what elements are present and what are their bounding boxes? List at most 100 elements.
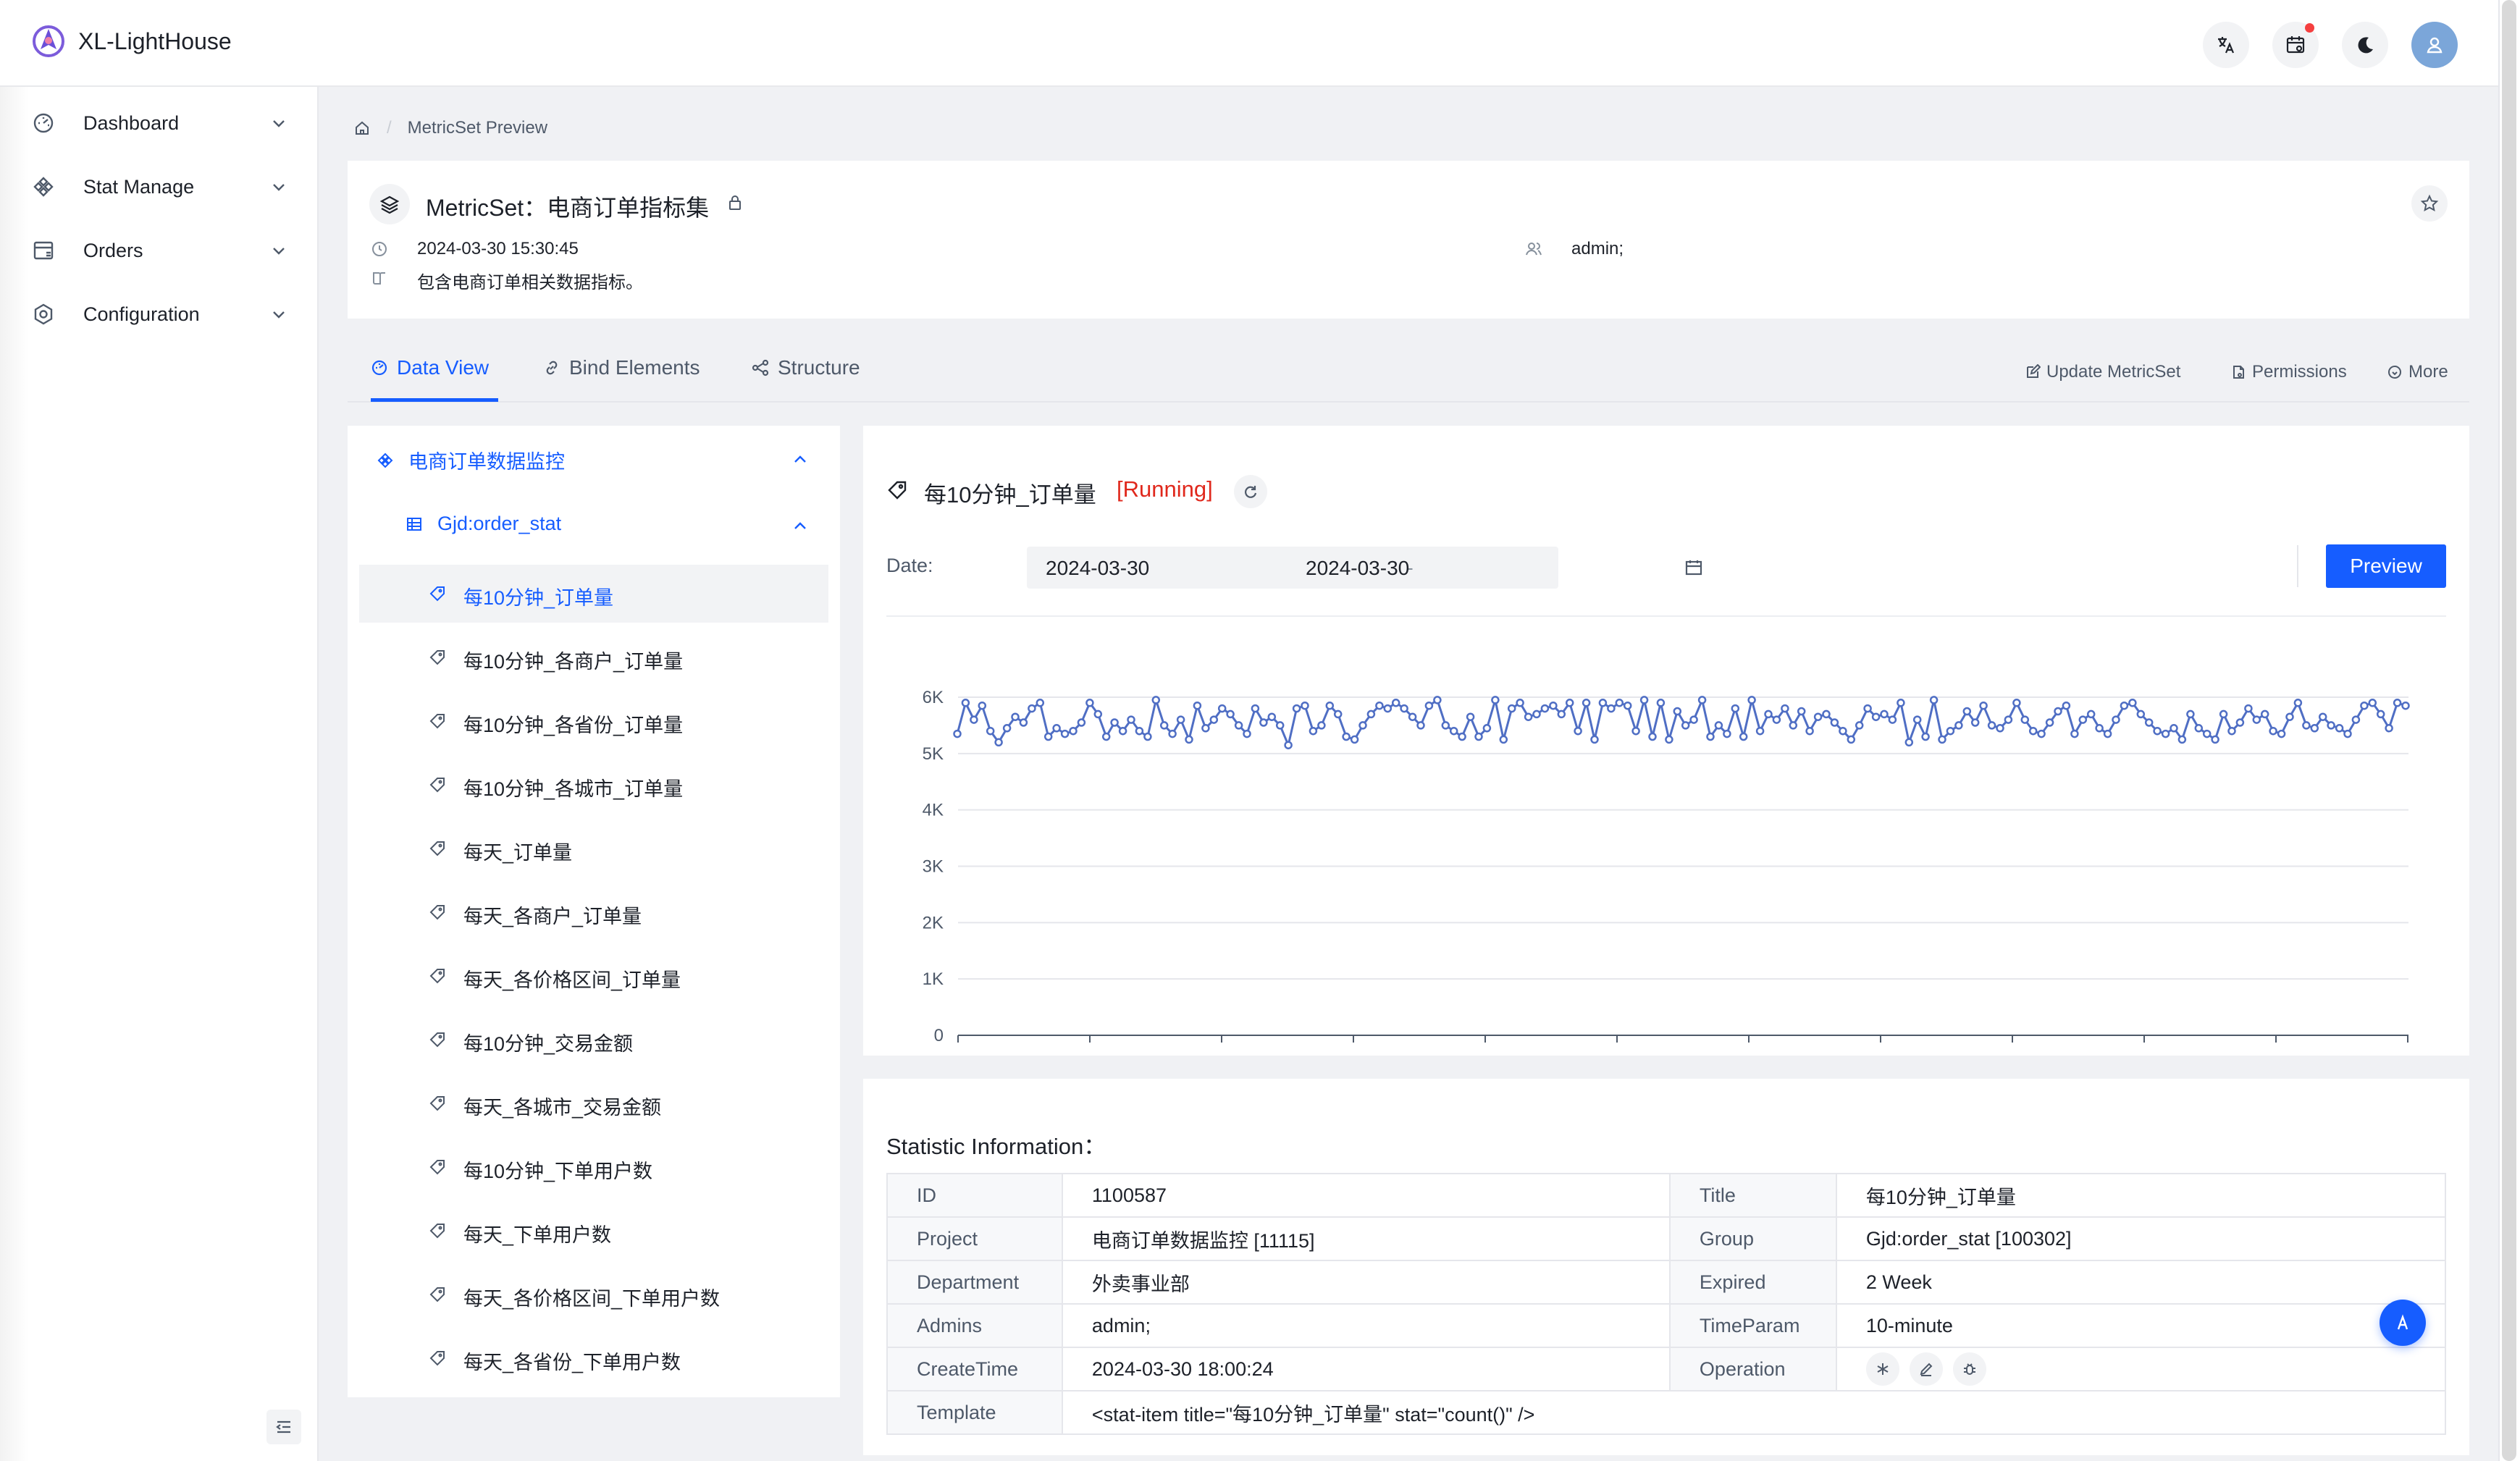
permissions-button[interactable]: Permissions [2230,362,2347,382]
data-point [2128,699,2137,707]
data-point [1069,726,1078,736]
data-point [1549,701,1558,710]
stat-title: 每10分钟_订单量 [924,482,1096,508]
menu-fold-icon [276,1420,290,1433]
tree-leaf-item[interactable]: 每10分钟_下单用户数 [359,1138,828,1196]
data-point [1912,715,1922,724]
debug-button[interactable] [1952,1352,1986,1386]
data-point [1482,724,1492,733]
user-avatar-button[interactable] [2411,22,2458,68]
star-icon [2420,194,2439,212]
data-point [1325,701,1335,710]
data-point [1275,721,1285,730]
assistant-button[interactable] [2380,1300,2426,1346]
stat-key: Project [886,1216,1063,1261]
collapse-sidebar-button[interactable] [266,1410,301,1444]
limit-button[interactable] [1865,1352,1899,1386]
data-point [1681,721,1690,730]
data-point [1847,735,1856,744]
breadcrumb-separator: / [387,118,392,138]
data-point [1168,729,1177,738]
metricset-owner: admin; [1571,239,1624,258]
tree-leaf-item[interactable]: 每天_各商户_订单量 [359,883,828,941]
translate-icon [2218,37,2235,54]
data-point [2095,724,2104,733]
data-point [1789,721,1798,730]
stat-key: Admins [886,1303,1063,1348]
date-range-picker[interactable]: 2024-03-30 - 2024-03-30 [1027,547,1702,589]
layers-icon [379,195,400,214]
theme-toggle-button[interactable] [2342,22,2388,68]
data-point [1474,732,1483,741]
calendar-icon [1685,560,1702,576]
tree-leaf-item[interactable]: 每天_订单量 [359,820,828,877]
date-end[interactable]: 2024-03-30 [1306,557,1409,580]
tab-bind-elements[interactable]: Bind Elements [543,356,700,379]
tree-leaf-item[interactable]: 每天_各价格区间_订单量 [359,947,828,1005]
data-point [970,715,978,724]
notification-button[interactable] [2272,22,2319,68]
data-point [1052,724,1061,733]
data-point [1781,704,1789,713]
operation-cell [1835,1347,2447,1391]
data-point [1101,732,1111,741]
date-start[interactable]: 2024-03-30 [1046,557,1149,580]
home-icon[interactable] [353,119,371,137]
data-point [1970,718,1980,727]
tab-data-view[interactable]: Data View [371,356,489,379]
tree-leaf-item[interactable]: 每10分钟_交易金额 [359,1011,828,1069]
tree-leaf-item[interactable]: 每10分钟_各省份_订单量 [359,692,828,750]
more-button[interactable]: More [2387,362,2448,382]
brand[interactable]: XL-LightHouse [30,23,232,59]
data-point [1060,729,1070,738]
tag-icon [429,650,445,665]
update-metricset-button[interactable]: Update MetricSet [2025,362,2180,382]
tree-project-node[interactable]: 电商订单数据监控 [377,446,565,474]
dashboard-icon [33,113,54,133]
tree-leaf-item[interactable]: 每天_各省份_下单用户数 [359,1329,828,1387]
data-point [1143,732,1152,741]
favorite-button[interactable] [2411,185,2448,222]
logo-icon [33,25,64,57]
preview-button[interactable]: Preview [2326,544,2446,588]
sidebar-item-stat-manage[interactable]: Stat Manage [0,158,319,216]
data-point [2401,701,2410,710]
tree-leaf-item[interactable]: 每天_各价格区间_下单用户数 [359,1266,828,1323]
tree-leaf-item[interactable]: 每10分钟_订单量 [359,565,828,623]
sidebar-item-orders[interactable]: Orders [0,222,319,279]
tree-leaf-item[interactable]: 每10分钟_各商户_订单量 [359,628,828,686]
data-point [2161,729,2170,738]
sidebar-item-dashboard[interactable]: Dashboard [0,94,319,152]
edit-icon [2027,364,2041,378]
tree-leaf-item[interactable]: 每10分钟_各城市_订单量 [359,756,828,814]
scrollbar-thumb[interactable] [2502,0,2516,1461]
tree-group-node[interactable]: Gjd:order_stat [406,513,561,535]
data-point [1201,724,1210,733]
data-point [1888,715,1897,724]
data-point [1226,710,1235,719]
tab-structure[interactable]: Structure [752,356,860,379]
sidebar-item-configuration[interactable]: Configuration [0,285,319,343]
data-point [1755,726,1765,736]
chevron-up-icon[interactable] [791,450,810,469]
language-button[interactable] [2203,22,2249,68]
data-point [2037,729,2046,738]
assistant-icon [2397,1314,2408,1330]
data-point [1491,696,1500,704]
tree-leaf-item[interactable]: 每天_下单用户数 [359,1202,828,1260]
edit-button[interactable] [1909,1352,1943,1386]
data-point [1243,729,1251,738]
data-point [1301,701,1309,710]
active-tab-indicator [371,398,498,402]
y-tick-label: 6K [923,688,944,707]
table-row: ID 1100587 Title 每10分钟_订单量 [886,1173,2447,1218]
data-point [2260,710,2269,719]
data-point [1665,735,1673,744]
refresh-button[interactable] [1234,475,1267,508]
data-point [1185,735,1193,744]
tree-leaf-item[interactable]: 每天_各城市_交易金额 [359,1074,828,1132]
tag-icon [429,905,445,920]
data-point [2078,715,2088,724]
chevron-up-icon[interactable] [791,517,810,536]
data-point [1673,707,1682,716]
